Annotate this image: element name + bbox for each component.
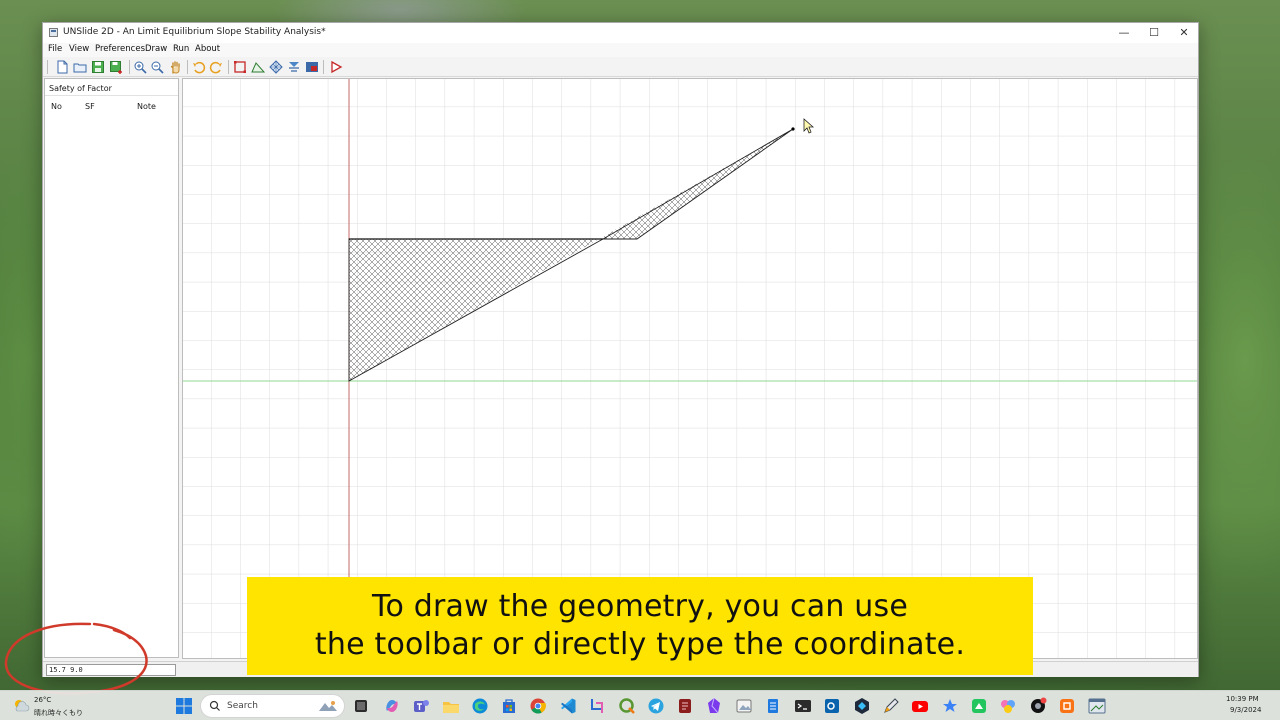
- app-colorful-icon[interactable]: [999, 697, 1017, 715]
- coordinate-input[interactable]: 15.7 9.0: [46, 664, 176, 676]
- toolbar-grip: [47, 60, 48, 74]
- notepad-icon[interactable]: [764, 697, 782, 715]
- toolbar-separator: [323, 60, 324, 74]
- photos-icon[interactable]: [735, 697, 753, 715]
- new-file-icon[interactable]: [55, 60, 69, 74]
- teams-icon[interactable]: [412, 697, 430, 715]
- clock-date[interactable]: 9/3/2024: [1230, 706, 1261, 714]
- vscode-icon[interactable]: [559, 697, 577, 715]
- telegram-icon[interactable]: [647, 697, 665, 715]
- safety-factor-panel: Safety of Factor No SF Note: [44, 78, 179, 658]
- start-windows-icon[interactable]: [175, 697, 193, 715]
- pen-tool-icon[interactable]: [882, 697, 900, 715]
- subtitle-caption: To draw the geometry, you can use the to…: [247, 577, 1033, 675]
- toolbar-separator: [187, 60, 188, 74]
- search-icon: [209, 700, 221, 712]
- app-red-icon[interactable]: [676, 697, 694, 715]
- redo-icon[interactable]: [209, 60, 223, 74]
- terminal-icon[interactable]: [794, 697, 812, 715]
- app-green-icon[interactable]: [970, 697, 988, 715]
- search-placeholder: Search: [227, 701, 258, 711]
- drawing-canvas[interactable]: [182, 78, 1198, 659]
- menu-draw[interactable]: Draw: [145, 44, 167, 54]
- column-sf[interactable]: SF: [85, 102, 95, 111]
- undo-icon[interactable]: [192, 60, 206, 74]
- image-icon[interactable]: [305, 60, 319, 74]
- chrome-icon[interactable]: [529, 697, 547, 715]
- water-table-icon[interactable]: [287, 60, 301, 74]
- menu-bar: File View Preferences Draw Run About: [43, 43, 1198, 57]
- file-explorer-icon[interactable]: [442, 697, 460, 715]
- outlook-icon[interactable]: [823, 697, 841, 715]
- title-bar: UNSlide 2D - An Limit Equilibrium Slope …: [43, 23, 1198, 43]
- snipping-tool-icon[interactable]: [588, 697, 606, 715]
- app-star-icon[interactable]: [941, 697, 959, 715]
- draw-boundary-icon[interactable]: [233, 60, 247, 74]
- column-note[interactable]: Note: [137, 102, 156, 111]
- toolbar-separator: [129, 60, 130, 74]
- open-folder-icon[interactable]: [73, 60, 87, 74]
- toolbar-separator: [228, 60, 229, 74]
- menu-run[interactable]: Run: [173, 44, 189, 54]
- menu-about[interactable]: About: [195, 44, 220, 54]
- taskbar-search[interactable]: Search: [200, 694, 345, 718]
- vertex-point[interactable]: [791, 127, 795, 131]
- weather-cloud-icon: [12, 697, 30, 715]
- close-button[interactable]: ✕: [1169, 23, 1199, 43]
- maximize-button[interactable]: ☐: [1139, 23, 1169, 43]
- canvas-svg[interactable]: [183, 79, 1198, 659]
- draw-polyline-icon[interactable]: [251, 60, 265, 74]
- qgis-icon[interactable]: [618, 697, 636, 715]
- search-highlight-icon: [317, 699, 339, 715]
- clock-time[interactable]: 10:39 PM: [1226, 695, 1259, 703]
- canvas-grid: [183, 79, 1197, 658]
- weather-widget[interactable]: 26°C 晴れ時々くもり: [12, 695, 102, 719]
- menu-view[interactable]: View: [69, 44, 89, 54]
- copilot-icon[interactable]: [383, 697, 401, 715]
- caption-line-2: the toolbar or directly type the coordin…: [314, 627, 966, 662]
- panel-title: Safety of Factor: [49, 84, 112, 93]
- window-title: UNSlide 2D - An Limit Equilibrium Slope …: [63, 27, 326, 37]
- column-no[interactable]: No: [51, 102, 62, 111]
- menu-file[interactable]: File: [48, 44, 62, 54]
- edge-browser-icon[interactable]: [471, 697, 489, 715]
- run-icon[interactable]: [329, 60, 343, 74]
- caption-line-1: To draw the geometry, you can use: [372, 589, 908, 624]
- microsoft-store-icon[interactable]: [500, 697, 518, 715]
- app-orange-icon[interactable]: [1058, 697, 1076, 715]
- menu-preferences[interactable]: Preferences: [95, 44, 145, 54]
- zoom-in-icon[interactable]: [133, 60, 147, 74]
- toolbar: [43, 57, 1198, 77]
- weather-temperature: 26°C: [34, 696, 52, 704]
- minimize-button[interactable]: —: [1109, 23, 1139, 43]
- save-icon[interactable]: [91, 60, 105, 74]
- weather-description: 晴れ時々くもり: [34, 709, 83, 717]
- app-dark-icon[interactable]: [853, 697, 871, 715]
- taskbar: 26°C 晴れ時々くもり Search 10:39 PM 9/3/2024: [0, 690, 1280, 720]
- task-view-icon[interactable]: [352, 697, 370, 715]
- material-grid-icon[interactable]: [269, 60, 283, 74]
- save-as-icon[interactable]: [109, 60, 123, 74]
- youtube-icon[interactable]: [911, 697, 929, 715]
- pan-hand-icon[interactable]: [169, 60, 183, 74]
- active-app-icon[interactable]: [1088, 697, 1106, 715]
- app-icon: [49, 28, 58, 37]
- app-notify-icon[interactable]: [1029, 697, 1047, 715]
- zoom-out-icon[interactable]: [150, 60, 164, 74]
- obsidian-icon[interactable]: [705, 697, 723, 715]
- panel-table-header: No SF Note: [45, 95, 178, 115]
